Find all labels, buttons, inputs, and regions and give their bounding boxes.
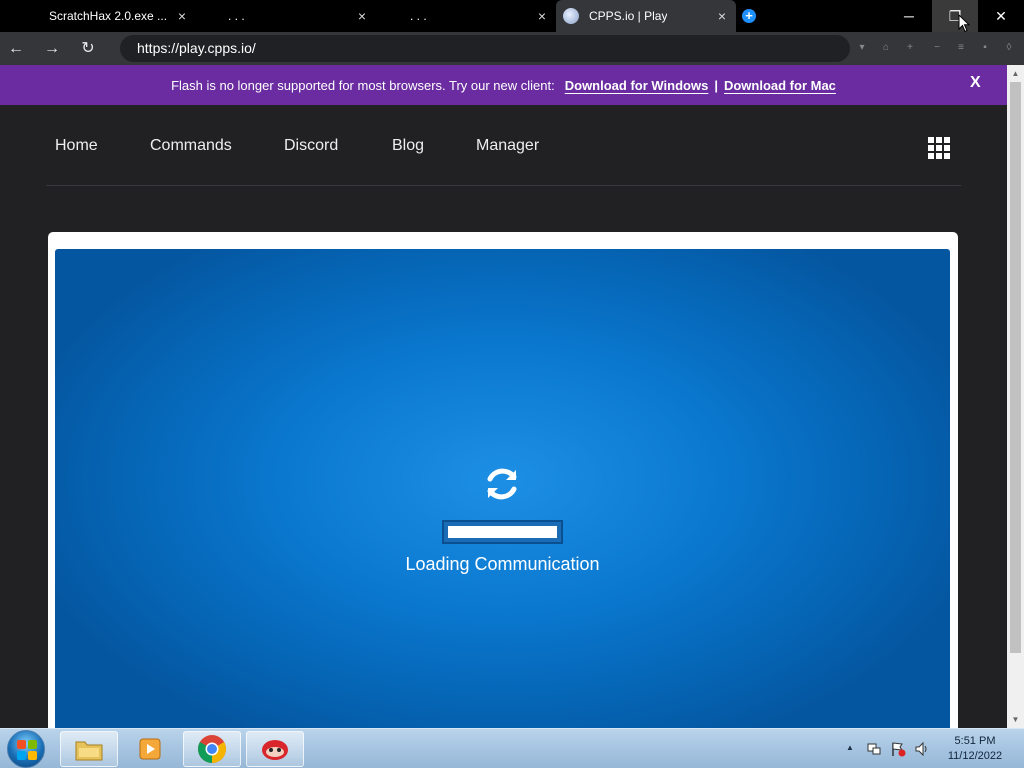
minimize-button[interactable]: ─ (886, 0, 932, 32)
nav-blog-link[interactable]: Blog (392, 137, 424, 155)
banner-message: Flash is no longer supported for most br… (171, 77, 555, 93)
reload-button[interactable]: ↻ (77, 38, 99, 60)
scroll-down-arrow-icon[interactable]: ▼ (1007, 711, 1024, 728)
loading-refresh-icon (487, 468, 517, 500)
forward-button[interactable]: → (41, 38, 63, 60)
add-icon[interactable]: + (903, 41, 917, 55)
mouse-cursor-icon (958, 14, 970, 33)
nav-manager-link[interactable]: Manager (476, 137, 539, 155)
loading-status-text: Loading Communication (405, 554, 600, 574)
tab-label: ScratchHax 2.0.exe ... (49, 9, 168, 23)
nav-home-link[interactable]: Home (55, 137, 98, 155)
banner-separator: | (714, 77, 718, 93)
clock-time: 5:51 PM (954, 735, 996, 747)
tab-label: . . . (228, 9, 245, 23)
url-text: https://play.cpps.io/ (137, 40, 256, 56)
tab-scratchhax[interactable]: ScratchHax 2.0.exe ... × (0, 0, 196, 32)
tab-label: . . . (410, 9, 427, 23)
loading-progress-bar (442, 520, 563, 544)
windows-logo-icon (17, 740, 37, 760)
game-canvas[interactable]: Loading Communication (55, 249, 950, 728)
extension-icon[interactable]: ▾ (855, 41, 869, 55)
volume-icon[interactable] (914, 741, 930, 757)
cpps-favicon-icon (563, 8, 579, 24)
file-explorer-button[interactable] (60, 731, 118, 767)
tab-cpps-play[interactable]: CPPS.io | Play × (556, 0, 736, 32)
tab-close-icon[interactable]: × (534, 8, 550, 24)
progress-fill (448, 526, 557, 538)
browser-toolbar: ← → ↻ https://play.cpps.io/ ▾ ⌂ + − ≡ ▪ … (0, 32, 1024, 65)
media-player-button[interactable] (121, 731, 179, 767)
tray-expand-icon[interactable]: ▲ (846, 743, 854, 752)
game-client-button[interactable] (246, 731, 304, 767)
game-container: Loading Communication (48, 232, 958, 728)
close-window-button[interactable]: ✕ (978, 0, 1024, 32)
download-mac-link[interactable]: Download for Mac (724, 78, 836, 93)
system-clock[interactable]: 5:51 PM 11/12/2022 (940, 734, 1010, 764)
chrome-icon (198, 735, 226, 763)
desktop-screen: ScratchHax 2.0.exe ... × . . . × . . . ×… (0, 0, 1024, 768)
game-client-icon (262, 740, 288, 760)
nav-commands-link[interactable]: Commands (150, 137, 232, 155)
flash-notice-banner: Flash is no longer supported for most br… (0, 65, 1007, 105)
page-scrollbar[interactable]: ▲ ▼ (1007, 65, 1024, 728)
banner-close-button[interactable]: X (970, 74, 981, 92)
clock-date: 11/12/2022 (947, 750, 1003, 762)
start-button[interactable] (7, 730, 45, 768)
address-bar[interactable]: https://play.cpps.io/ (120, 35, 850, 62)
scroll-thumb[interactable] (1010, 82, 1021, 653)
scroll-up-arrow-icon[interactable]: ▲ (1007, 65, 1024, 82)
back-button[interactable]: ← (5, 38, 27, 60)
tab-close-icon[interactable]: × (354, 8, 370, 24)
home-icon[interactable]: ⌂ (879, 41, 893, 55)
tab-blank-2[interactable]: . . . × (376, 0, 556, 32)
network-icon[interactable] (866, 741, 882, 757)
windows-taskbar: ▲ 5:51 PM 11/12/2022 (0, 728, 1024, 768)
reader-icon[interactable]: ≡ (954, 41, 968, 55)
action-center-flag-icon[interactable] (890, 741, 906, 757)
new-tab-icon[interactable]: + (742, 9, 756, 23)
page-viewport: Flash is no longer supported for most br… (0, 65, 1007, 728)
apps-grid-icon[interactable] (928, 137, 950, 159)
cast-icon[interactable]: ▪ (978, 41, 992, 55)
nav-discord-link[interactable]: Discord (284, 137, 338, 155)
browser-tab-bar: ScratchHax 2.0.exe ... × . . . × . . . ×… (0, 0, 1024, 33)
file-explorer-icon (75, 741, 103, 761)
media-player-icon (139, 738, 161, 760)
tab-close-icon[interactable]: × (714, 8, 730, 24)
shield-icon[interactable]: ◊ (1002, 41, 1016, 55)
tab-label: CPPS.io | Play (589, 9, 668, 23)
site-navigation: Home Commands Discord Blog Manager (46, 105, 961, 186)
tab-blank-1[interactable]: . . . × (196, 0, 376, 32)
minus-icon[interactable]: − (930, 41, 944, 55)
chrome-button[interactable] (183, 731, 241, 767)
restore-button[interactable]: ❐ (932, 0, 978, 32)
tab-close-icon[interactable]: × (174, 8, 190, 24)
download-windows-link[interactable]: Download for Windows (565, 78, 709, 93)
